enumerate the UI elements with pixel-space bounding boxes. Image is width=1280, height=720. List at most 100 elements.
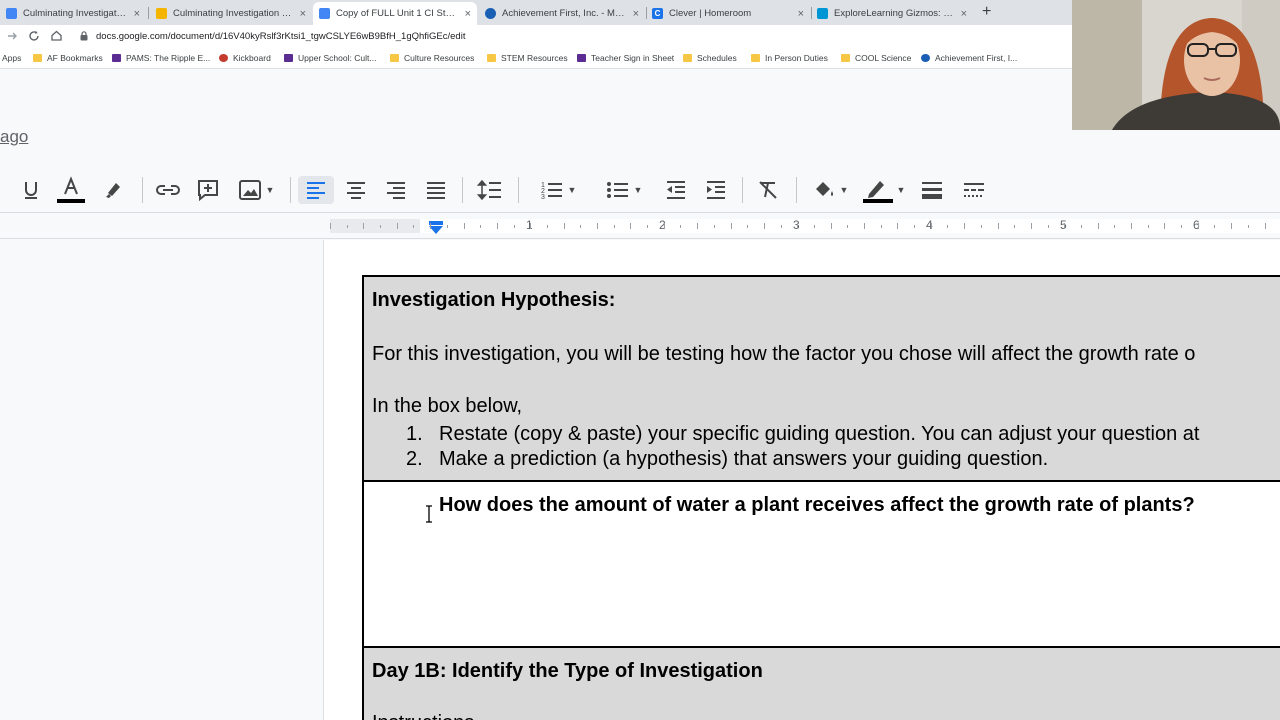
bulleted-list-button[interactable]: ▼ (596, 176, 652, 204)
chevron-down-icon: ▼ (265, 185, 275, 195)
browser-tab[interactable]: Culminating Investigation - 20-2 × (0, 2, 146, 25)
text-color-button[interactable] (56, 176, 86, 204)
section-heading: Day 1B: Identify the Type of Investigati… (372, 660, 763, 682)
bookmark-teacher-sign-in[interactable]: Teacher Sign in Sheet (577, 52, 674, 64)
ruler-tick (680, 225, 682, 228)
bookmark-label: Achievement First, I... (935, 53, 1018, 63)
ruler-tick (1214, 225, 1216, 228)
clear-formatting-button[interactable] (754, 176, 782, 204)
last-edit-link[interactable]: ago (0, 127, 28, 147)
underline-button[interactable] (18, 176, 44, 204)
list-item: Make a prediction (a hypothesis) that an… (439, 448, 1049, 470)
close-tab-icon[interactable]: × (961, 8, 967, 20)
ruler-tick (1197, 223, 1199, 229)
close-tab-icon[interactable]: × (633, 8, 639, 20)
table-cell-day1b[interactable]: Day 1B: Identify the Type of Investigati… (364, 648, 1280, 720)
border-color-button[interactable]: ▼ (858, 176, 908, 204)
ruler-tick (1131, 223, 1132, 229)
home-icon[interactable] (50, 29, 63, 42)
border-width-icon (922, 182, 942, 199)
ruler-tick (697, 223, 699, 229)
bookmark-label: Culture Resources (404, 53, 475, 63)
bookmark-upper-school[interactable]: Upper School: Cult... (284, 52, 376, 64)
ruler-tick (413, 225, 415, 228)
table-cell-answer[interactable]: How does the amount of water a plant rec… (364, 482, 1280, 648)
bookmark-af-bookmarks[interactable]: AF Bookmarks (33, 52, 103, 64)
ruler-tick (346, 225, 348, 228)
browser-tab[interactable]: ExploreLearning Gizmos: Math & × (811, 2, 973, 25)
bookmark-kickboard[interactable]: Kickboard (219, 52, 271, 64)
align-center-button[interactable] (342, 176, 370, 204)
sheet-icon (577, 54, 586, 62)
ruler-band (330, 219, 1280, 233)
align-right-button[interactable] (382, 176, 410, 204)
reload-icon[interactable] (28, 30, 40, 42)
increase-indent-button[interactable] (702, 176, 730, 204)
bookmark-schedules[interactable]: Schedules (683, 52, 737, 64)
tab-title: Culminating Investigation - 20-2 (23, 8, 128, 19)
ruler-tick (1097, 223, 1099, 229)
browser-tab-active[interactable]: Copy of FULL Unit 1 CI Student H × (313, 2, 477, 25)
justify-button[interactable] (422, 176, 450, 204)
close-tab-icon[interactable]: × (300, 8, 306, 20)
close-tab-icon[interactable]: × (134, 8, 140, 20)
list-number: 1. (406, 423, 423, 445)
bookmark-achievement-first[interactable]: Achievement First, I... (921, 52, 1017, 64)
ruler-tick (380, 225, 382, 228)
highlight-color-button[interactable] (100, 176, 126, 204)
bookmark-label: PAMS: The Ripple E... (126, 53, 211, 63)
align-left-button[interactable] (298, 176, 334, 204)
bookmark-label: Apps (2, 53, 22, 63)
ruler-tick (630, 223, 632, 229)
ruler-tick (1164, 223, 1166, 229)
bookmark-label: Schedules (697, 53, 737, 63)
table-cell-instructions[interactable]: Investigation Hypothesis: For this inves… (364, 277, 1280, 482)
insert-link-button[interactable] (154, 176, 182, 204)
ruler-tick (930, 223, 932, 229)
ruler-tick (713, 225, 715, 228)
bookmark-culture-resources[interactable]: Culture Resources (390, 52, 474, 64)
close-tab-icon[interactable]: × (798, 8, 804, 20)
insert-image-button[interactable]: ▼ (232, 176, 280, 204)
bookmark-label: COOL Science (855, 53, 912, 63)
browser-tab[interactable]: Culminating Investigation Unit 1 × (150, 2, 312, 25)
pencil-icon (862, 181, 893, 203)
insert-comment-button[interactable] (194, 176, 222, 204)
document-page[interactable]: Investigation Hypothesis: For this inves… (323, 240, 1280, 720)
bookmark-apps[interactable]: Apps (2, 52, 21, 64)
bookmark-label: STEM Resources (501, 53, 568, 63)
ruler-tick (997, 223, 999, 229)
browser-tab[interactable]: C Clever | Homeroom × (646, 2, 810, 25)
ruler-tick (530, 223, 532, 229)
lock-icon (80, 31, 88, 41)
line-spacing-button[interactable] (474, 176, 506, 204)
bookmark-pams[interactable]: PAMS: The Ripple E... (112, 52, 210, 64)
bookmark-in-person-duties[interactable]: In Person Duties (751, 52, 828, 64)
ruler-tick (597, 223, 598, 229)
bookmark-cool-science[interactable]: COOL Science (841, 52, 911, 64)
bookmark-stem-resources[interactable]: STEM Resources (487, 52, 568, 64)
bookmark-label: Teacher Sign in Sheet (591, 53, 675, 63)
bookmark-label: In Person Duties (765, 53, 828, 63)
decrease-indent-button[interactable] (662, 176, 690, 204)
ruler-tick (580, 225, 582, 228)
url-field[interactable]: docs.google.com/document/d/16V40kyRslf3r… (80, 27, 1080, 45)
ruler-tick (980, 225, 982, 228)
new-tab-button[interactable]: + (982, 3, 991, 21)
ruler-tick (730, 223, 732, 229)
ruler-tick (396, 223, 398, 229)
border-background-color-button[interactable]: ▼ (806, 176, 854, 204)
numbered-list-button[interactable]: 1 2 3 ▼ (530, 176, 586, 204)
folder-icon (487, 54, 496, 62)
ruler-tick (880, 225, 882, 228)
border-width-button[interactable] (918, 176, 946, 204)
ruler-tick (1080, 225, 1082, 228)
ruler-tick (797, 223, 799, 229)
forward-arrow-icon[interactable] (6, 30, 18, 42)
horizontal-ruler[interactable]: 1 2 3 4 5 6 (0, 213, 1280, 239)
folder-icon (841, 54, 850, 62)
border-dash-button[interactable] (960, 176, 988, 204)
document-canvas: Investigation Hypothesis: For this inves… (0, 240, 1280, 720)
close-tab-icon[interactable]: × (465, 8, 471, 20)
browser-tab[interactable]: Achievement First, Inc. - My App × (479, 2, 645, 25)
